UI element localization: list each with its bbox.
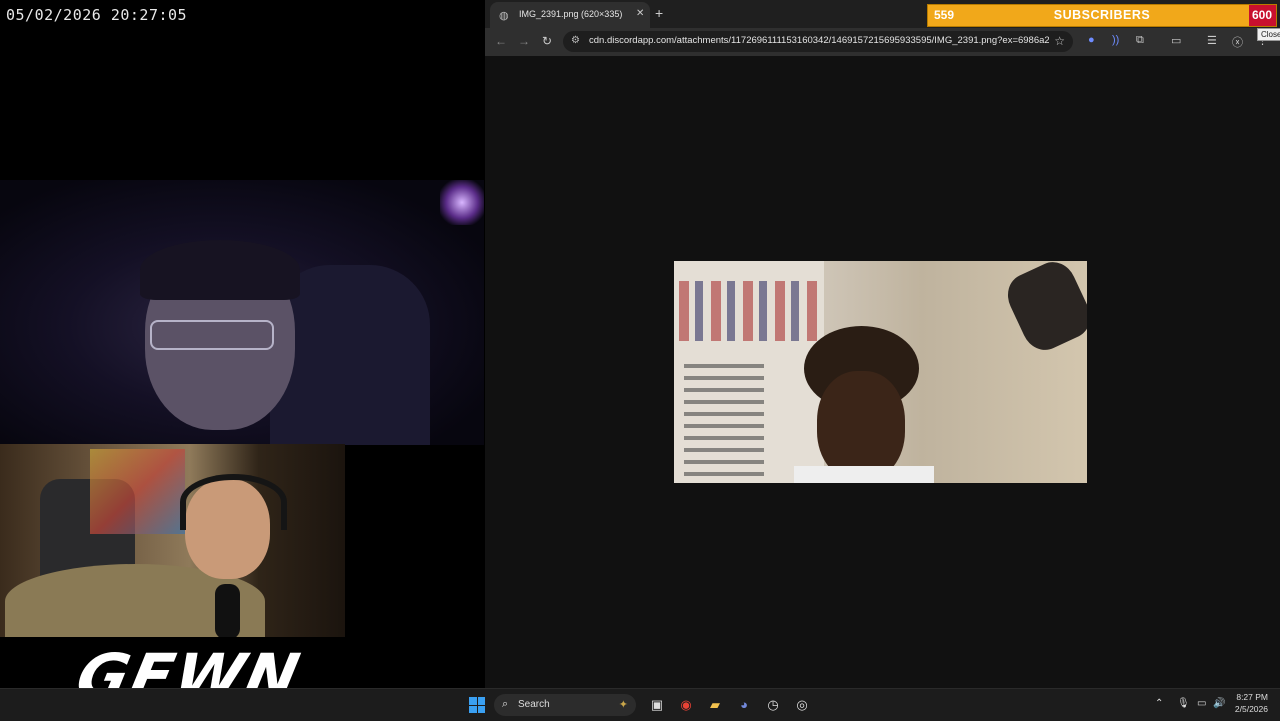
- search-highlight-icon: ✦: [618, 699, 628, 711]
- cast-icon[interactable]: ▭: [1171, 34, 1181, 47]
- tray-overflow-icon[interactable]: ⌃: [1155, 698, 1163, 709]
- obs-icon[interactable]: ◎: [794, 697, 810, 713]
- site-info-icon[interactable]: ⚙: [571, 35, 580, 46]
- subscriber-count: 559: [934, 8, 955, 22]
- browser-toolbar: ← → ↻ ⚙ cdn.discordapp.com/attachments/1…: [485, 28, 1280, 56]
- microphone-icon[interactable]: 🎙: [1177, 698, 1190, 709]
- close-tooltip: Close: [1257, 28, 1280, 41]
- profile-icon[interactable]: ⓧ: [1232, 34, 1243, 50]
- address-bar[interactable]: ⚙ cdn.discordapp.com/attachments/1172696…: [563, 31, 1073, 52]
- subscriber-goal: 600: [1251, 8, 1272, 22]
- taskbar-search[interactable]: ⌕ Search ✦: [494, 694, 636, 716]
- url-text[interactable]: cdn.discordapp.com/attachments/117269611…: [589, 35, 1049, 46]
- image-viewer: [485, 56, 1280, 688]
- start-windows-icon[interactable]: [469, 697, 485, 713]
- viewed-image[interactable]: [674, 261, 1087, 483]
- magnets-shape: [684, 356, 764, 476]
- bookmark-star-icon[interactable]: ☆: [1054, 34, 1065, 48]
- back-icon[interactable]: ←: [495, 34, 507, 48]
- reading-list-icon[interactable]: ☰: [1207, 34, 1217, 47]
- wall-object-shape: [1000, 261, 1087, 358]
- tab-title: IMG_2391.png (620×335): [519, 9, 623, 19]
- taskbar-date[interactable]: 2/5/2026: [1228, 704, 1268, 714]
- streamer-webcam: [0, 180, 484, 445]
- chrome-icon[interactable]: ◉: [678, 697, 694, 713]
- wall-poster-shape: [90, 449, 185, 534]
- tab-image[interactable]: ◍ IMG_2391.png (620×335) ✕: [490, 2, 650, 28]
- extensions-puzzle-icon[interactable]: ⧉: [1136, 34, 1144, 47]
- volume-icon[interactable]: 🔊: [1213, 698, 1225, 709]
- extension-shield-icon[interactable]: ●: [1088, 34, 1095, 46]
- search-label: Search: [518, 699, 550, 710]
- stickers-shape: [679, 281, 819, 341]
- file-explorer-icon[interactable]: ▰: [707, 697, 723, 713]
- stream-clock: 05/02/2026 20:27:05: [6, 6, 188, 24]
- microphone-shape: [215, 584, 240, 637]
- reload-icon[interactable]: ↻: [542, 34, 552, 48]
- read-aloud-icon[interactable]: )): [1112, 34, 1119, 46]
- network-icon[interactable]: ▭: [1197, 698, 1206, 709]
- windows-taskbar: ⌕ Search ✦ ▣ ◉ ▰ ◕ ◷ ◎ ⌃ 🎙 ▭ 🔊 8:27 PM 2…: [0, 688, 1280, 721]
- browser-window: ◍ IMG_2391.png (620×335) ✕ + ← → ↻ ⚙ cdn…: [485, 0, 1280, 688]
- discord-icon[interactable]: ◕: [736, 697, 752, 713]
- person-face-shape: [817, 371, 905, 481]
- room-light-shape: [440, 180, 484, 225]
- subscriber-label: SUBSCRIBERS: [1053, 8, 1151, 22]
- new-tab-button[interactable]: +: [655, 5, 663, 21]
- task-view-icon[interactable]: ▣: [649, 697, 665, 713]
- shirt-shape: [794, 466, 934, 483]
- streamer-hair-shape: [140, 240, 300, 300]
- glasses-shape: [150, 320, 274, 350]
- clock-app-icon[interactable]: ◷: [765, 697, 781, 713]
- forward-icon[interactable]: →: [518, 34, 530, 48]
- globe-icon: ◍: [499, 10, 509, 22]
- close-tab-icon[interactable]: ✕: [636, 8, 644, 19]
- headphones-shape: [180, 474, 287, 530]
- taskbar-time[interactable]: 8:27 PM: [1228, 692, 1268, 702]
- subscriber-goal-bar: SUBSCRIBERS 559 600: [927, 4, 1277, 27]
- guest-webcam: [0, 444, 345, 637]
- search-icon: ⌕: [502, 698, 509, 710]
